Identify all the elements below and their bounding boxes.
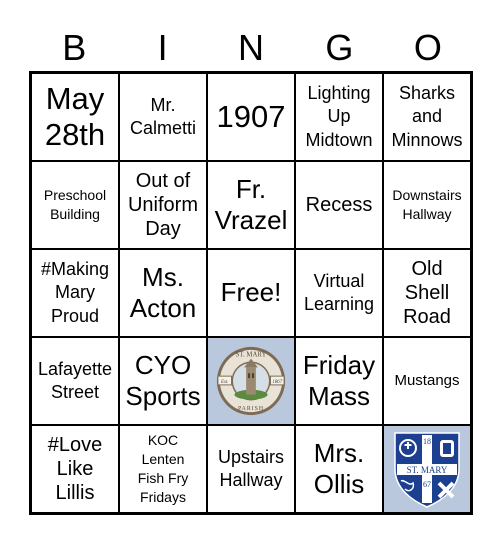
bingo-cell[interactable]: May 28th xyxy=(31,73,119,161)
bingo-cell[interactable]: Friday Mass xyxy=(295,337,383,425)
cell-text: CYO Sports xyxy=(125,349,201,411)
cell-text: Lafayette Street xyxy=(37,358,113,402)
bingo-cell[interactable]: Mrs. Ollis xyxy=(295,425,383,513)
bingo-cell[interactable]: Out of Uniform Day xyxy=(119,161,207,249)
cell-text: Recess xyxy=(305,194,373,216)
bingo-cell[interactable]: Mustangs xyxy=(383,337,471,425)
bingo-cell[interactable]: Lafayette Street xyxy=(31,337,119,425)
cell-text: KOC Lenten Fish Fry Fridays xyxy=(137,432,189,505)
cell-text: Friday Mass xyxy=(302,349,376,411)
cell-text: Fr. Vrazel xyxy=(214,173,288,235)
bingo-cell[interactable]: Old Shell Road xyxy=(383,249,471,337)
cell-text: Downstairs Hallway xyxy=(392,187,462,222)
bingo-cell[interactable]: Downstairs Hallway xyxy=(383,161,471,249)
cell-text: Mrs. Ollis xyxy=(313,437,365,499)
crest-year-top: 18 xyxy=(423,437,431,446)
st-mary-school-crest-icon: 18 ST. MARY 67 xyxy=(394,432,460,508)
bingo-cell[interactable]: KOC Lenten Fish Fry Fridays xyxy=(119,425,207,513)
bingo-cell[interactable]: #Love Like Lillis xyxy=(31,425,119,513)
cell-text: 1907 xyxy=(216,98,286,134)
crest-text: ST. MARY xyxy=(407,465,448,475)
bingo-cell[interactable]: #Making Mary Proud xyxy=(31,249,119,337)
bingo-header: B I N G O xyxy=(30,26,472,70)
cell-text: #Making Mary Proud xyxy=(40,258,110,326)
bingo-cell[interactable]: 1907 xyxy=(207,73,295,161)
cell-text: Mustangs xyxy=(394,372,460,390)
bingo-cell[interactable]: Mr. Calmetti xyxy=(119,73,207,161)
cell-text: Lighting Up Midtown xyxy=(305,82,373,150)
cell-text: Preschool Building xyxy=(43,187,107,222)
cell-text: Old Shell Road xyxy=(403,258,451,328)
st-mary-parish-seal-icon: Est. 1867 ST. MARY PARISH xyxy=(216,346,286,416)
header-letter-g: G xyxy=(325,27,354,68)
cell-text: Virtual Learning xyxy=(303,270,375,314)
header-letter-o: O xyxy=(413,27,442,68)
cell-text: May 28th xyxy=(44,80,106,152)
seal-bottom-text: PARISH xyxy=(238,406,264,412)
bingo-cell-image[interactable]: Est. 1867 ST. MARY PARISH xyxy=(207,337,295,425)
bingo-cell[interactable]: Virtual Learning xyxy=(295,249,383,337)
bingo-cell free-space[interactable]: Free! xyxy=(207,249,295,337)
bingo-cell[interactable]: CYO Sports xyxy=(119,337,207,425)
cell-text: #Love Like Lillis xyxy=(47,434,103,504)
bingo-cell-image[interactable]: 18 ST. MARY 67 xyxy=(383,425,471,513)
seal-top-text: ST. MARY xyxy=(236,352,267,359)
bingo-cell[interactable]: Fr. Vrazel xyxy=(207,161,295,249)
bingo-cell[interactable]: Ms. Acton xyxy=(119,249,207,337)
bingo-cell[interactable]: Upstairs Hallway xyxy=(207,425,295,513)
cell-text: Upstairs Hallway xyxy=(217,446,284,490)
bingo-board: May 28th Mr. Calmetti 1907 Lighting Up M… xyxy=(29,71,473,515)
cell-text: Sharks and Minnows xyxy=(391,82,463,150)
seal-year-text: 1867 xyxy=(272,380,282,385)
header-letter-i: I xyxy=(157,27,168,68)
header-letter-n: N xyxy=(238,27,265,68)
bingo-cell[interactable]: Preschool Building xyxy=(31,161,119,249)
cell-text: Mr. Calmetti xyxy=(129,94,196,138)
cell-text: Out of Uniform Day xyxy=(127,170,198,240)
bingo-cell[interactable]: Recess xyxy=(295,161,383,249)
free-space-text: Free! xyxy=(220,277,282,308)
bingo-cell[interactable]: Lighting Up Midtown xyxy=(295,73,383,161)
bingo-cell[interactable]: Sharks and Minnows xyxy=(383,73,471,161)
crest-year-bottom: 67 xyxy=(423,480,431,489)
seal-est-text: Est. xyxy=(220,380,228,385)
cell-text: Ms. Acton xyxy=(129,261,197,323)
header-letter-b: B xyxy=(62,27,87,68)
